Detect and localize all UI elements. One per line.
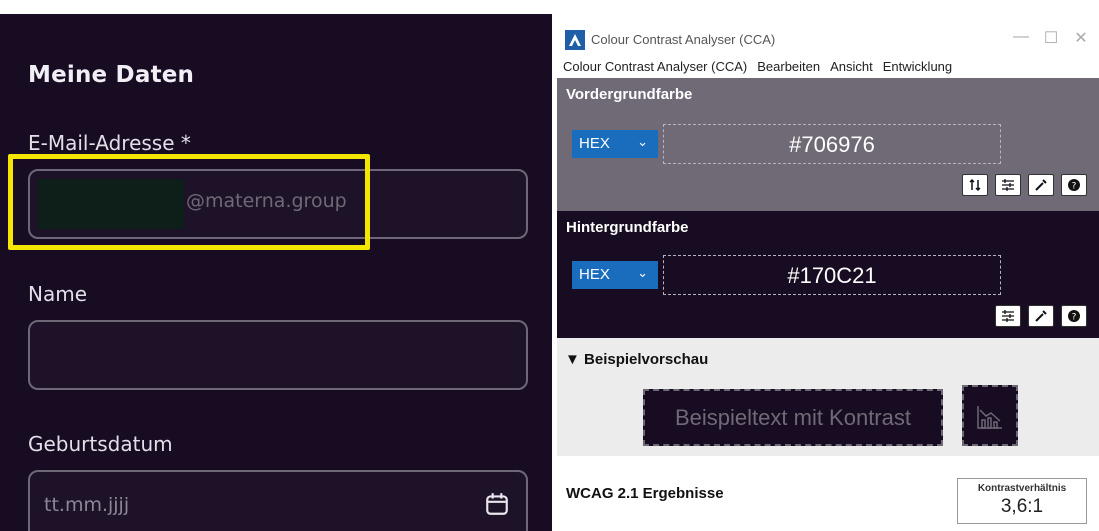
close-button[interactable]: ✕ xyxy=(1066,28,1096,48)
email-redaction xyxy=(38,179,184,229)
email-label: E-Mail-Adresse * xyxy=(28,131,191,155)
eyedropper-icon[interactable] xyxy=(1028,305,1054,327)
cca-window: Colour Contrast Analyser (CCA) — ☐ ✕ Col… xyxy=(557,25,1099,531)
menu-develop[interactable]: Entwicklung xyxy=(883,59,952,74)
birthdate-field[interactable]: tt.mm.jjjj xyxy=(28,470,528,531)
cca-app-icon xyxy=(565,30,585,50)
chevron-down-icon: ⌄ xyxy=(637,265,648,280)
birthdate-placeholder: tt.mm.jjjj xyxy=(44,494,130,516)
chart-icon[interactable] xyxy=(962,385,1018,446)
background-title: Hintergrundfarbe xyxy=(566,219,689,236)
name-field[interactable] xyxy=(28,320,528,390)
background-hex-input[interactable]: #170C21 xyxy=(663,255,1001,295)
name-label: Name xyxy=(28,282,88,306)
background-section: Hintergrundfarbe HEX ⌄ #170C21 ? xyxy=(557,211,1099,338)
results-section: WCAG 2.1 Ergebnisse Kontrastverhältnis 3… xyxy=(557,456,1099,531)
window-title: Colour Contrast Analyser (CCA) xyxy=(591,32,776,47)
background-format-select[interactable]: HEX ⌄ xyxy=(572,261,658,289)
preview-section: ▼ Beispielvorschau Beispieltext mit Kont… xyxy=(557,338,1099,456)
menu-cca[interactable]: Colour Contrast Analyser (CCA) xyxy=(563,59,747,74)
menubar: Colour Contrast Analyser (CCA) Bearbeite… xyxy=(557,55,1099,77)
contrast-ratio-value: 3,6:1 xyxy=(1000,496,1044,517)
contrast-ratio-box: Kontrastverhältnis 3,6:1 xyxy=(957,478,1087,524)
preview-toggle[interactable]: ▼ Beispielvorschau xyxy=(565,351,708,368)
foreground-section: Vordergrundfarbe HEX ⌄ #706976 ? xyxy=(557,78,1099,211)
help-icon[interactable]: ? xyxy=(1061,305,1087,327)
email-domain-text: @materna.group xyxy=(186,190,347,212)
sliders-icon[interactable] xyxy=(995,305,1021,327)
foreground-title: Vordergrundfarbe xyxy=(566,86,693,103)
form-heading: Meine Daten xyxy=(28,62,195,88)
swap-icon[interactable] xyxy=(962,174,988,196)
sliders-icon[interactable] xyxy=(995,174,1021,196)
calendar-icon[interactable] xyxy=(484,491,510,517)
menu-view[interactable]: Ansicht xyxy=(830,59,873,74)
contrast-ratio-label: Kontrastverhältnis xyxy=(977,483,1067,494)
email-field[interactable]: @materna.group xyxy=(28,169,528,239)
minimize-button[interactable]: — xyxy=(1006,28,1036,46)
background-format-value: HEX xyxy=(579,266,610,283)
preview-sample-text: Beispieltext mit Kontrast xyxy=(643,389,943,446)
chevron-down-icon: ⌄ xyxy=(637,134,648,149)
help-icon[interactable]: ? xyxy=(1061,174,1087,196)
foreground-format-value: HEX xyxy=(579,135,610,152)
registration-form-panel: Meine Daten E-Mail-Adresse * @materna.gr… xyxy=(0,14,552,531)
menu-edit[interactable]: Bearbeiten xyxy=(757,59,820,74)
birthdate-label: Geburtsdatum xyxy=(28,432,173,456)
results-title: WCAG 2.1 Ergebnisse xyxy=(566,485,724,502)
eyedropper-icon[interactable] xyxy=(1028,174,1054,196)
foreground-format-select[interactable]: HEX ⌄ xyxy=(572,130,658,158)
svg-text:?: ? xyxy=(1072,182,1077,192)
svg-text:?: ? xyxy=(1072,313,1077,323)
maximize-button[interactable]: ☐ xyxy=(1036,28,1066,48)
titlebar: Colour Contrast Analyser (CCA) — ☐ ✕ xyxy=(557,25,1099,55)
foreground-hex-input[interactable]: #706976 xyxy=(663,124,1001,164)
